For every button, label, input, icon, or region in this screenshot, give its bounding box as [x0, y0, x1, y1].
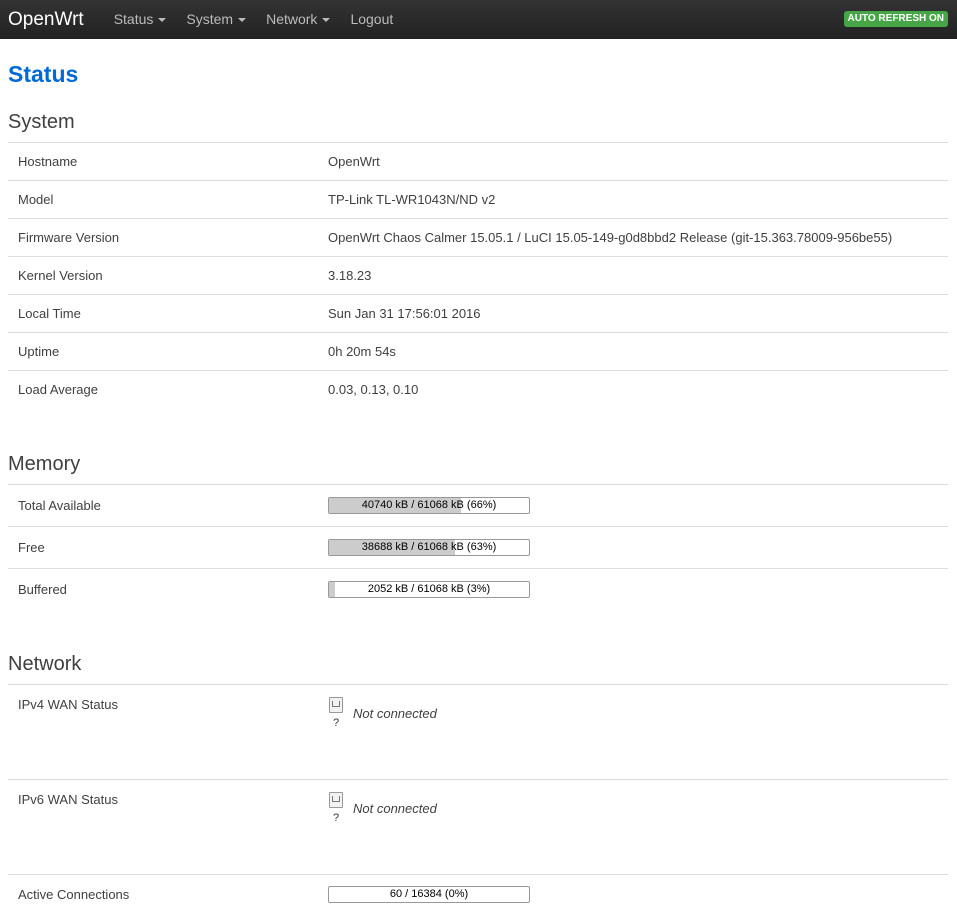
menu-system[interactable]: System — [176, 0, 256, 39]
memory-table: Total Available 40740 kB / 61068 kB (66%… — [8, 484, 948, 610]
progress-text: 60 / 16384 (0%) — [329, 887, 529, 902]
wan-status: ? Not connected — [328, 685, 938, 729]
menu-status-label: Status — [114, 0, 154, 39]
table-row: Model TP-Link TL-WR1043N/ND v2 — [8, 181, 948, 219]
row-value: 3.18.23 — [318, 257, 948, 295]
table-row: IPv6 WAN Status ? Not connected — [8, 780, 948, 875]
table-row: IPv4 WAN Status ? Not connected — [8, 685, 948, 780]
menu-logout[interactable]: Logout — [340, 0, 403, 39]
row-value: Sun Jan 31 17:56:01 2016 — [318, 295, 948, 333]
memory-heading: Memory — [8, 453, 948, 484]
row-label: Firmware Version — [8, 219, 318, 257]
network-heading: Network — [8, 653, 948, 684]
progress-bar: 60 / 16384 (0%) — [328, 886, 530, 903]
row-label: Uptime — [8, 333, 318, 371]
table-row: Hostname OpenWrt — [8, 143, 948, 181]
page-title: Status — [8, 61, 78, 88]
progress-bar: 38688 kB / 61068 kB (63%) — [328, 539, 530, 556]
icon-caption: ? — [333, 812, 339, 824]
ethernet-port-icon: ? — [328, 792, 344, 824]
wan-status-text: Not connected — [353, 706, 437, 721]
table-row: Active Connections 60 / 16384 (0%) — [8, 875, 948, 913]
row-label: Load Average — [8, 371, 318, 409]
row-value: OpenWrt Chaos Calmer 15.05.1 / LuCI 15.0… — [318, 219, 948, 257]
wan6-status: ? Not connected — [328, 780, 938, 824]
row-value: 0.03, 0.13, 0.10 — [318, 371, 948, 409]
memory-section: Memory Total Available 40740 kB / 61068 … — [8, 453, 948, 610]
menu-logout-label: Logout — [350, 0, 393, 39]
menu-network[interactable]: Network — [256, 0, 340, 39]
table-row: Firmware Version OpenWrt Chaos Calmer 15… — [8, 219, 948, 257]
row-label: Active Connections — [8, 875, 318, 913]
table-row: Free 38688 kB / 61068 kB (63%) — [8, 527, 948, 569]
system-heading: System — [8, 111, 948, 142]
table-row: Kernel Version 3.18.23 — [8, 257, 948, 295]
progress-bar: 40740 kB / 61068 kB (66%) — [328, 497, 530, 514]
table-row: Uptime 0h 20m 54s — [8, 333, 948, 371]
caret-down-icon — [238, 18, 246, 22]
ethernet-port-icon: ? — [328, 697, 344, 729]
row-label: IPv4 WAN Status — [8, 685, 318, 780]
icon-caption: ? — [333, 717, 339, 729]
row-value: OpenWrt — [318, 143, 948, 181]
progress-text: 2052 kB / 61068 kB (3%) — [329, 582, 529, 597]
system-table: Hostname OpenWrt Model TP-Link TL-WR1043… — [8, 142, 948, 408]
row-value: 0h 20m 54s — [318, 333, 948, 371]
system-section: System Hostname OpenWrt Model TP-Link TL… — [8, 111, 948, 408]
row-value: TP-Link TL-WR1043N/ND v2 — [318, 181, 948, 219]
caret-down-icon — [322, 18, 330, 22]
network-table: IPv4 WAN Status ? Not connected IPv6 WAN… — [8, 684, 948, 913]
row-label: Free — [8, 527, 318, 569]
network-section: Network IPv4 WAN Status ? Not connected … — [8, 653, 948, 913]
row-label: Model — [8, 181, 318, 219]
row-label: Hostname — [8, 143, 318, 181]
row-label: Buffered — [8, 569, 318, 611]
menu-network-label: Network — [266, 0, 317, 39]
top-navbar: OpenWrt Status System Network Logout AUT… — [0, 0, 957, 39]
table-row: Local Time Sun Jan 31 17:56:01 2016 — [8, 295, 948, 333]
row-label: IPv6 WAN Status — [8, 780, 318, 875]
row-label: Kernel Version — [8, 257, 318, 295]
auto-refresh-toggle[interactable]: AUTO REFRESH ON — [844, 11, 949, 27]
wan6-status-text: Not connected — [353, 801, 437, 816]
menu-status[interactable]: Status — [104, 0, 177, 39]
row-label: Total Available — [8, 485, 318, 527]
row-label: Local Time — [8, 295, 318, 333]
progress-bar: 2052 kB / 61068 kB (3%) — [328, 581, 530, 598]
table-row: Total Available 40740 kB / 61068 kB (66%… — [8, 485, 948, 527]
table-row: Buffered 2052 kB / 61068 kB (3%) — [8, 569, 948, 611]
brand-logo[interactable]: OpenWrt — [0, 0, 92, 39]
progress-text: 38688 kB / 61068 kB (63%) — [329, 540, 529, 555]
table-row: Load Average 0.03, 0.13, 0.10 — [8, 371, 948, 409]
menu-system-label: System — [186, 0, 233, 39]
caret-down-icon — [158, 18, 166, 22]
progress-text: 40740 kB / 61068 kB (66%) — [329, 498, 529, 513]
